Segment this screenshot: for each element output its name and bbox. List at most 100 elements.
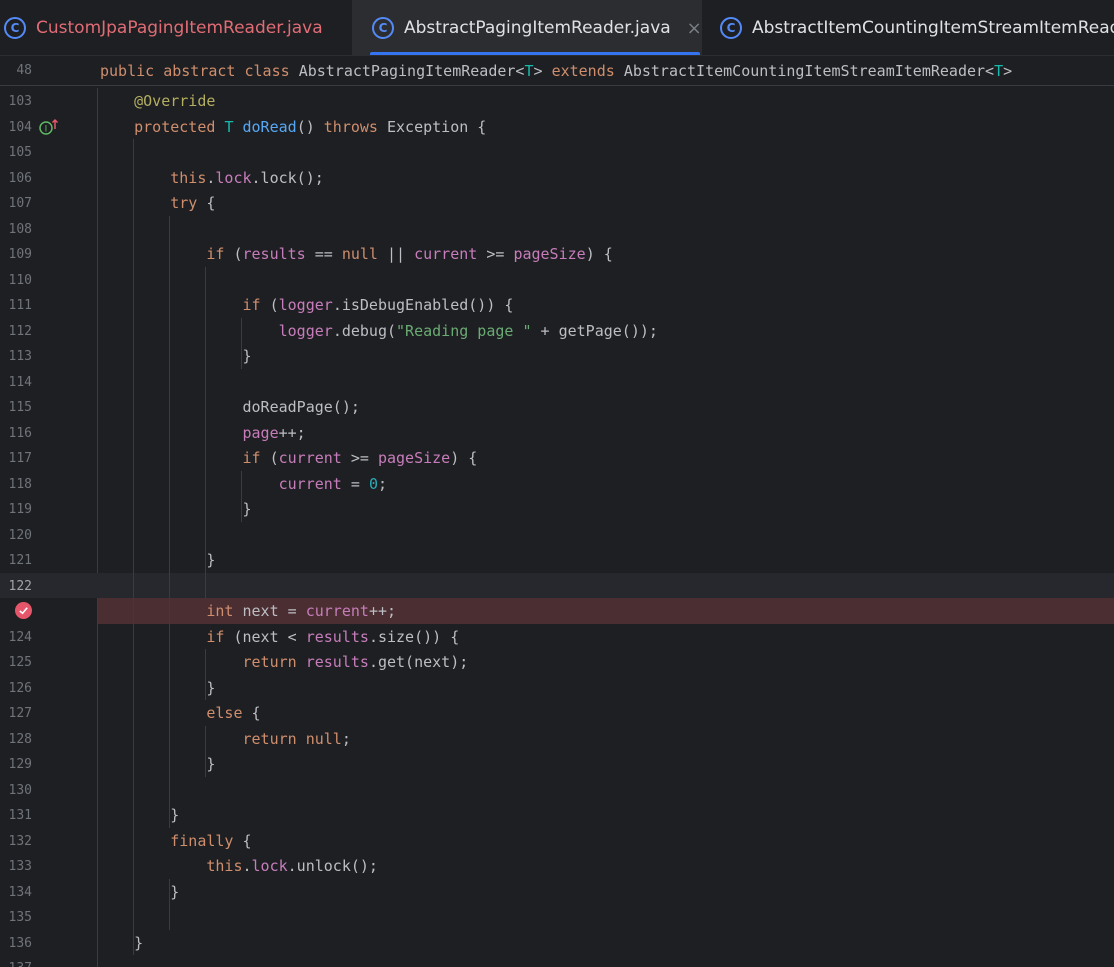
code-line[interactable]: 134 } xyxy=(0,879,1114,905)
code-text: try { xyxy=(98,193,215,213)
code-token: null xyxy=(305,729,342,748)
code-line[interactable]: 122 xyxy=(0,572,1114,598)
code-line[interactable]: 108 xyxy=(0,216,1114,242)
code-line[interactable]: 114 xyxy=(0,369,1114,395)
code-line[interactable]: 103 @Override xyxy=(0,88,1114,114)
code-token: "Reading page " xyxy=(396,321,532,340)
line-number[interactable]: 103 xyxy=(0,94,32,109)
code-line[interactable]: 110 xyxy=(0,267,1114,293)
line-number[interactable]: 110 xyxy=(0,273,32,288)
line-number[interactable]: 131 xyxy=(0,808,32,823)
code-line[interactable]: 107 try { xyxy=(0,190,1114,216)
line-number[interactable]: 116 xyxy=(0,426,32,441)
line-number[interactable]: 109 xyxy=(0,247,32,262)
tab-label: CustomJpaPagingItemReader.java xyxy=(36,18,323,38)
line-number[interactable]: 136 xyxy=(0,936,32,951)
code-token: ( xyxy=(233,245,243,263)
line-number[interactable]: 134 xyxy=(0,885,32,900)
code-line[interactable]: 118 current = 0; xyxy=(0,471,1114,497)
code-line[interactable]: 121 } xyxy=(0,547,1114,573)
tab-abstract-item-counting-item-stream-item-reader[interactable]: C AbstractItemCountingItemStreamItemRead… xyxy=(702,0,1114,55)
line-number[interactable]: 127 xyxy=(0,706,32,721)
code-token: null xyxy=(341,245,378,263)
code-line[interactable]: 113 } xyxy=(0,343,1114,369)
line-number[interactable]: 113 xyxy=(0,349,32,364)
line-number[interactable]: 117 xyxy=(0,451,32,466)
code-line[interactable]: 128 return null; xyxy=(0,726,1114,752)
code-line[interactable]: 129 } xyxy=(0,751,1114,777)
code-line[interactable]: 135 xyxy=(0,904,1114,930)
code-token: ( xyxy=(269,449,279,467)
breakpoint-icon[interactable] xyxy=(15,602,32,619)
line-number[interactable]: 104 xyxy=(0,120,32,135)
line-number[interactable]: 112 xyxy=(0,324,32,339)
code-line[interactable]: 117 if (current >= pageSize) { xyxy=(0,445,1114,471)
line-number[interactable]: 120 xyxy=(0,528,32,543)
code-text: protected T doRead() throws Exception { xyxy=(98,117,486,137)
code-token: logger xyxy=(278,321,333,340)
code-line[interactable]: 130 xyxy=(0,777,1114,803)
code-token: T xyxy=(524,62,534,80)
sticky-code-line: public abstract class AbstractPagingItem… xyxy=(100,61,1012,81)
line-number[interactable]: 119 xyxy=(0,502,32,517)
line-number[interactable]: 118 xyxy=(0,477,32,492)
code-line[interactable]: 111 if (logger.isDebugEnabled()) { xyxy=(0,292,1114,318)
line-number[interactable]: 137 xyxy=(0,961,32,967)
code-token: if xyxy=(206,245,234,263)
code-line[interactable]: 112 logger.debug("Reading page " + getPa… xyxy=(0,318,1114,344)
line-number[interactable]: 128 xyxy=(0,732,32,747)
code-line[interactable]: 104 I protected T doRead() throws Excepti… xyxy=(0,114,1114,140)
code-line[interactable]: 106 this.lock.lock(); xyxy=(0,165,1114,191)
code-line[interactable]: 124 if (next < results.size()) { xyxy=(0,624,1114,650)
indent-guide xyxy=(205,649,206,700)
code-line[interactable]: 136 } xyxy=(0,930,1114,956)
code-line[interactable]: 132 finally { xyxy=(0,828,1114,854)
code-token: return xyxy=(242,729,306,748)
code-line[interactable]: 127 else { xyxy=(0,700,1114,726)
code-line[interactable]: 131 } xyxy=(0,802,1114,828)
code-line[interactable]: 126 } xyxy=(0,675,1114,701)
code-line[interactable]: 115 doReadPage(); xyxy=(0,394,1114,420)
code-token: else xyxy=(206,704,252,722)
line-number[interactable]: 115 xyxy=(0,400,32,415)
line-number[interactable]: 133 xyxy=(0,859,32,874)
tab-custom-jpa-paging-item-reader[interactable]: C CustomJpaPagingItemReader.java xyxy=(0,0,352,55)
code-line[interactable]: 125 return results.get(next); xyxy=(0,649,1114,675)
line-number[interactable]: 132 xyxy=(0,834,32,849)
code-token: } xyxy=(98,755,216,773)
line-number[interactable]: 130 xyxy=(0,783,32,798)
line-number[interactable]: 105 xyxy=(0,145,32,160)
code-text: } xyxy=(98,805,179,825)
code-line[interactable]: 109 if (results == null || current >= pa… xyxy=(0,241,1114,267)
indent-guide xyxy=(241,317,242,369)
line-number[interactable]: 111 xyxy=(0,298,32,313)
code-token: doRead xyxy=(242,117,297,136)
line-number[interactable]: 108 xyxy=(0,222,32,237)
code-line[interactable]: 116 page++; xyxy=(0,420,1114,446)
close-icon[interactable]: × xyxy=(687,18,702,39)
code-text: if (results == null || current >= pageSi… xyxy=(98,244,612,264)
implements-method-icon[interactable]: I xyxy=(38,117,60,137)
code-line[interactable]: int next = current++; xyxy=(0,598,1114,624)
sticky-class-header[interactable]: 48 public abstract class AbstractPagingI… xyxy=(0,56,1114,86)
code-editor[interactable]: 103 @Override 104 I protected T doRead() t… xyxy=(0,88,1114,967)
line-number[interactable]: 126 xyxy=(0,681,32,696)
code-line[interactable]: 137 xyxy=(0,955,1114,967)
code-line[interactable]: 120 xyxy=(0,522,1114,548)
code-line[interactable]: 105 xyxy=(0,139,1114,165)
line-number[interactable]: 135 xyxy=(0,910,32,925)
line-number[interactable]: 124 xyxy=(0,630,32,645)
line-number[interactable]: 106 xyxy=(0,171,32,186)
line-number[interactable]: 125 xyxy=(0,655,32,670)
code-line[interactable]: 133 this.lock.unlock(); xyxy=(0,853,1114,879)
code-token: T xyxy=(994,62,1004,80)
line-number[interactable]: 114 xyxy=(0,375,32,390)
code-line[interactable]: 119 } xyxy=(0,496,1114,522)
tab-abstract-paging-item-reader[interactable]: C AbstractPagingItemReader.java × xyxy=(352,0,702,55)
line-number[interactable]: 121 xyxy=(0,553,32,568)
line-number[interactable]: 122 xyxy=(0,579,32,594)
line-number[interactable]: 129 xyxy=(0,757,32,772)
line-number[interactable]: 107 xyxy=(0,196,32,211)
